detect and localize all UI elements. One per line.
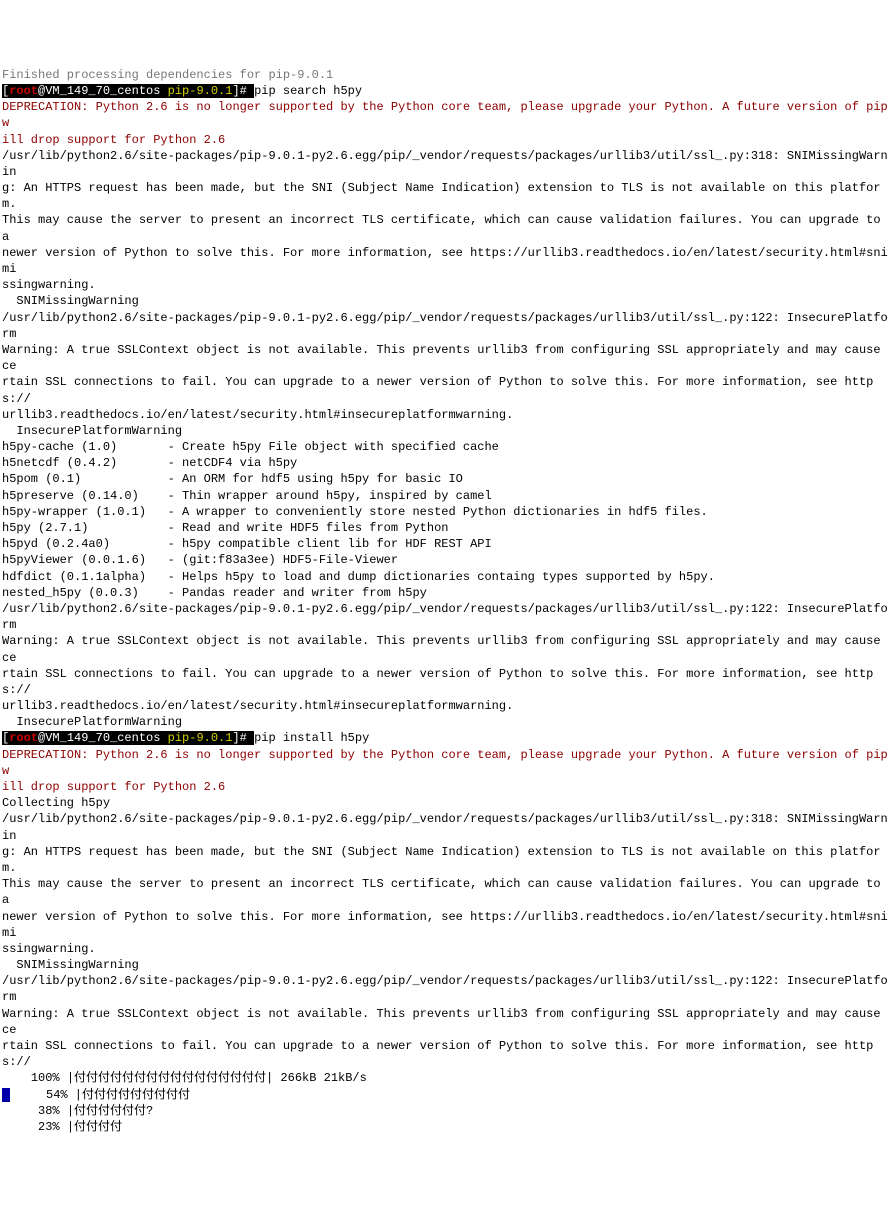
warning-text: Warning: A true SSLContext object is not… (2, 634, 888, 664)
warning-text: /usr/lib/python2.6/site-packages/pip-9.0… (2, 812, 888, 842)
prompt-line-2: [root@VM_149_70_centos pip-9.0.1]# pip i… (2, 731, 369, 745)
warning-text: This may cause the server to present an … (2, 213, 888, 243)
search-result: h5py-wrapper (1.0.1) - A wrapper to conv… (2, 505, 708, 519)
warning-text: /usr/lib/python2.6/site-packages/pip-9.0… (2, 974, 888, 1004)
warning-text: /usr/lib/python2.6/site-packages/pip-9.0… (2, 311, 888, 341)
command-text: pip search h5py (254, 84, 362, 98)
warning-text: rtain SSL connections to fail. You can u… (2, 375, 873, 405)
warning-text: InsecurePlatformWarning (2, 424, 182, 438)
prompt-cwd: pip-9.0.1 (168, 84, 233, 98)
warning-text: Warning: A true SSLContext object is not… (2, 1007, 888, 1037)
search-result: h5py-cache (1.0) - Create h5py File obje… (2, 440, 499, 454)
deprecation-text: ill drop support for Python 2.6 (2, 780, 225, 794)
progress-line: 38% |付付付付付付? (2, 1104, 153, 1118)
search-result: nested_h5py (0.0.3) - Pandas reader and … (2, 586, 427, 600)
progress-line: 54% |付付付付付付付付付 (10, 1088, 190, 1102)
warning-text: /usr/lib/python2.6/site-packages/pip-9.0… (2, 149, 888, 179)
prompt-user: root (9, 731, 38, 745)
search-result: h5pyViewer (0.0.1.6) - (git:f83a3ee) HDF… (2, 553, 398, 567)
warning-text: ssingwarning. (2, 278, 96, 292)
deprecation-text: ill drop support for Python 2.6 (2, 133, 225, 147)
prompt-line-1: [root@VM_149_70_centos pip-9.0.1]# pip s… (2, 84, 362, 98)
search-result: h5pyd (0.2.4a0) - h5py compatible client… (2, 537, 492, 551)
warning-text: SNIMissingWarning (2, 294, 139, 308)
bracket-close: ]# (232, 731, 254, 745)
warning-text: g: An HTTPS request has been made, but t… (2, 181, 881, 211)
warning-text: urllib3.readthedocs.io/en/latest/securit… (2, 408, 513, 422)
search-result: hdfdict (0.1.1alpha) - Helps h5py to loa… (2, 570, 715, 584)
warning-text: rtain SSL connections to fail. You can u… (2, 1039, 873, 1069)
terminal-output[interactable]: Finished processing dependencies for pip… (2, 67, 893, 1135)
prompt-user: root (9, 84, 38, 98)
warning-text: g: An HTTPS request has been made, but t… (2, 845, 881, 875)
search-result: h5py (2.7.1) - Read and write HDF5 files… (2, 521, 448, 535)
warning-text: newer version of Python to solve this. F… (2, 910, 888, 940)
progress-line: 100% |付付付付付付付付付付付付付付付付| 266kB 21kB/s (2, 1071, 367, 1085)
command-text: pip install h5py (254, 731, 369, 745)
warning-text: urllib3.readthedocs.io/en/latest/securit… (2, 699, 513, 713)
search-result: h5pom (0.1) - An ORM for hdf5 using h5py… (2, 472, 463, 486)
search-result: h5preserve (0.14.0) - Thin wrapper aroun… (2, 489, 492, 503)
warning-text: /usr/lib/python2.6/site-packages/pip-9.0… (2, 602, 888, 632)
prompt-cwd: pip-9.0.1 (168, 731, 233, 745)
cursor-icon (2, 1088, 10, 1102)
deprecation-text: DEPRECATION: Python 2.6 is no longer sup… (2, 100, 895, 130)
warning-text: newer version of Python to solve this. F… (2, 246, 888, 276)
warning-text: rtain SSL connections to fail. You can u… (2, 667, 873, 697)
warning-text: SNIMissingWarning (2, 958, 139, 972)
bracket-close: ]# (232, 84, 254, 98)
prompt-host: @VM_149_70_centos (38, 731, 168, 745)
warning-text: InsecurePlatformWarning (2, 715, 182, 729)
warning-text: This may cause the server to present an … (2, 877, 888, 907)
prev-line: Finished processing dependencies for pip… (2, 68, 333, 82)
progress-line: 23% |付付付付 (2, 1120, 122, 1134)
warning-text: Warning: A true SSLContext object is not… (2, 343, 888, 373)
collecting-text: Collecting h5py (2, 796, 110, 810)
deprecation-text: DEPRECATION: Python 2.6 is no longer sup… (2, 748, 895, 778)
prompt-host: @VM_149_70_centos (38, 84, 168, 98)
search-result: h5netcdf (0.4.2) - netCDF4 via h5py (2, 456, 297, 470)
warning-text: ssingwarning. (2, 942, 96, 956)
